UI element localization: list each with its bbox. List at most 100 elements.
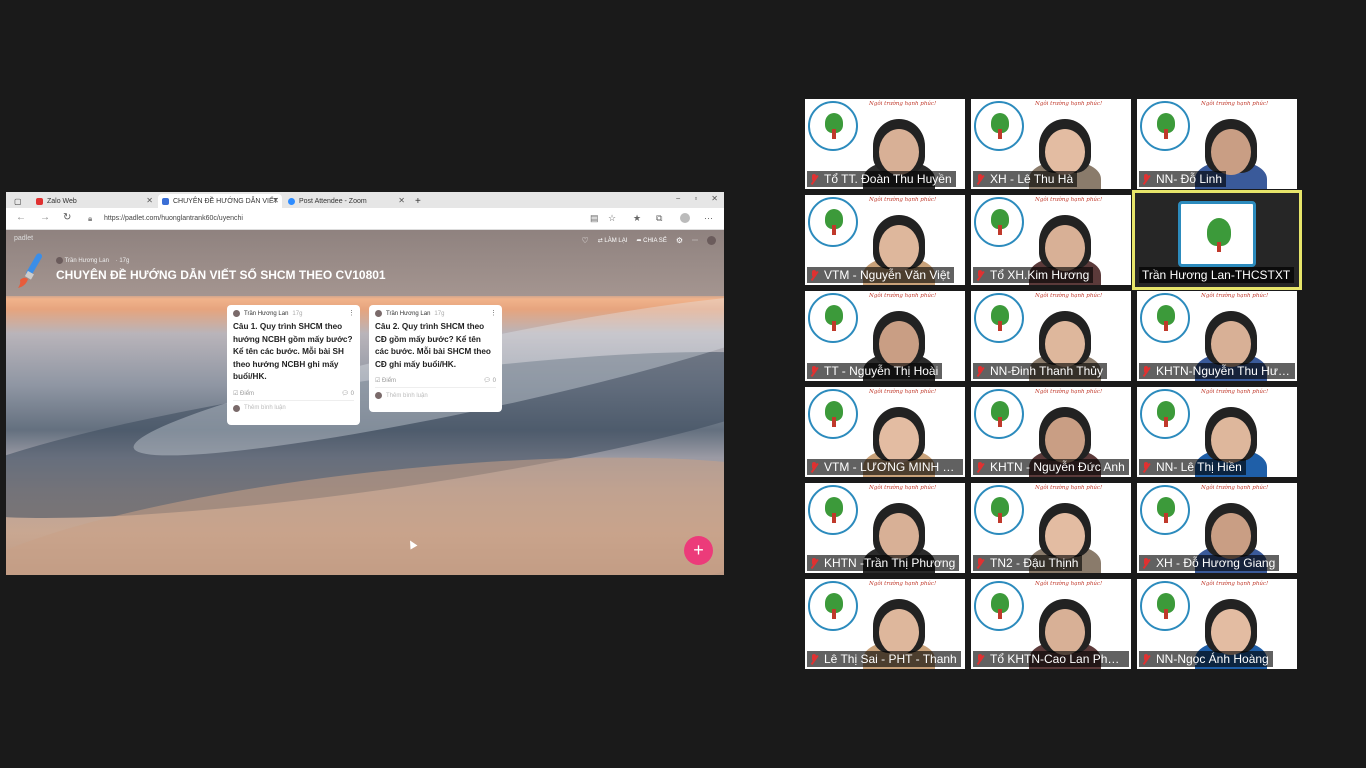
back-icon[interactable]: ← (16, 212, 26, 223)
participant-name: Tổ XH.Kim Hương (990, 268, 1090, 282)
user-avatar[interactable] (707, 236, 716, 245)
grade-label: Điểm (382, 378, 397, 384)
post-text: Câu 1. Quy trình SHCM theo hướng NCBH gồ… (233, 322, 353, 381)
participant-tile[interactable]: Ngôi trường hạnh phúc! Lê Thị Sai - PHT -… (805, 579, 965, 669)
participant-name: Lê Thị Sai - PHT - Thanh (824, 652, 957, 666)
slogan-text: Ngôi trường hạnh phúc! (1201, 485, 1269, 491)
padlet-board: padlet Trần Hương Lan · 17g CHUYÊN ĐỀ HƯ… (6, 230, 724, 575)
muted-mic-icon (1142, 461, 1150, 473)
participant-tile[interactable]: Ngôi trường hạnh phúc! VTM - LƯƠNG MINH T… (805, 387, 965, 477)
slogan-text: Ngôi trường hạnh phúc! (1035, 389, 1103, 395)
post-menu-icon[interactable]: ⋮ (348, 309, 355, 317)
post-age: 17g (292, 310, 303, 317)
post-card[interactable]: Trần Hương Lan 17g ⋮ Câu 1. Quy trình SH… (227, 305, 360, 425)
url-field[interactable]: https://padlet.com/huonglantrank60c/uyen… (104, 212, 594, 225)
collections-icon[interactable]: ⧉ (656, 213, 662, 224)
commenter-avatar (375, 392, 382, 399)
lock-icon: 🔒︎ (88, 214, 93, 223)
school-logo-icon (1140, 293, 1190, 343)
muted-mic-icon (1142, 557, 1150, 569)
trunk-icon (1217, 242, 1221, 252)
participant-tile[interactable]: Ngôi trường hạnh phúc! XH - Đỗ Hương Gian… (1137, 483, 1297, 573)
settings-icon[interactable]: ⚙ (676, 236, 683, 245)
participant-tile[interactable]: Ngôi trường hạnh phúc! NN-Đinh Thanh Thủy (971, 291, 1131, 381)
tab-zoom[interactable]: Post Attendee - Zoom ✕ (284, 194, 408, 208)
school-logo-icon (808, 293, 858, 343)
comment-input[interactable]: Thêm bình luận (375, 392, 496, 399)
grade-button[interactable]: ☑ Điểm (375, 377, 396, 384)
share-button[interactable]: ➦ CHIA SẺ (636, 237, 666, 244)
participant-tile[interactable]: Ngôi trường hạnh phúc! NN- Lê Thị Hiền (1137, 387, 1297, 477)
participant-face (879, 225, 919, 271)
participant-face (879, 129, 919, 175)
participant-face (879, 321, 919, 367)
add-favorite-icon[interactable]: ☆ (608, 213, 616, 224)
padlet-logo[interactable]: padlet (14, 235, 33, 242)
maximize-icon[interactable]: ▫ (694, 194, 697, 203)
grade-button[interactable]: ☑ Điểm (233, 390, 254, 397)
participant-tile[interactable]: Ngôi trường hạnh phúc! Tổ XH.Kim Hương (971, 195, 1131, 285)
add-post-button[interactable]: + (684, 536, 713, 565)
trunk-icon (998, 225, 1002, 235)
slogan-text: Ngôi trường hạnh phúc! (869, 485, 937, 491)
tab-label: Zalo Web (47, 197, 77, 205)
participant-tile[interactable]: Trần Hương Lan-THCSTXT (1132, 190, 1302, 290)
new-tab-button[interactable]: + (411, 194, 425, 208)
remake-button[interactable]: ⇄ LÀM LẠI (598, 237, 628, 244)
participant-tile[interactable]: Ngôi trường hạnh phúc! TT - Nguyễn Thị Ho… (805, 291, 965, 381)
comment-count[interactable]: 💬︎ 0 (483, 377, 496, 384)
tab-label: Post Attendee - Zoom (299, 197, 367, 205)
post-menu-icon[interactable]: ⋮ (490, 309, 497, 317)
participant-name-label: NN- Lê Thị Hiền (1139, 459, 1246, 475)
participant-tile[interactable]: Ngôi trường hạnh phúc! Tổ TT. Đoàn Thu Hu… (805, 99, 965, 189)
muted-mic-icon (810, 653, 818, 665)
trunk-icon (1164, 129, 1168, 139)
window-close-icon[interactable]: ✕ (711, 194, 718, 203)
muted-mic-icon (976, 653, 984, 665)
reader-icon[interactable]: ▤ (590, 213, 599, 224)
trunk-icon (832, 129, 836, 139)
participant-name: KHTN - Nguyễn Đức Anh (990, 460, 1125, 474)
participant-tile[interactable]: Ngôi trường hạnh phúc! KHTN - Nguyễn Đức … (971, 387, 1131, 477)
comment-input[interactable]: Thêm bình luận (233, 404, 354, 412)
menu-icon[interactable]: ⋯ (704, 213, 713, 224)
close-icon[interactable]: ✕ (398, 196, 405, 205)
participant-tile[interactable]: Ngôi trường hạnh phúc! NN- Đỗ Linh (1137, 99, 1297, 189)
participant-tile[interactable]: Ngôi trường hạnh phúc! KHTN -Trần Thị Phư… (805, 483, 965, 573)
participant-name: TN2 - Đậu Thịnh (990, 556, 1079, 570)
slogan-text: Ngôi trường hạnh phúc! (869, 197, 937, 203)
more-icon[interactable]: ⋯ (692, 237, 698, 244)
participant-tile[interactable]: Ngôi trường hạnh phúc! NN-Ngọc Ánh Hoàng (1137, 579, 1297, 669)
post-card[interactable]: Trần Hương Lan 17g ⋮ Câu 2. Quy trình SH… (369, 305, 502, 412)
participant-tile[interactable]: Ngôi trường hạnh phúc! VTM - Nguyễn Văn V… (805, 195, 965, 285)
trunk-icon (998, 609, 1002, 619)
slogan-text: Ngôi trường hạnh phúc! (1201, 293, 1269, 299)
participant-face (1045, 609, 1085, 655)
comment-count[interactable]: 💬︎ 0 (341, 390, 354, 397)
close-icon[interactable]: ✕ (146, 196, 153, 205)
school-logo-icon (1140, 389, 1190, 439)
participant-name-label: Trần Hương Lan-THCSTXT (1139, 267, 1295, 283)
school-logo-icon (974, 293, 1024, 343)
participant-tile[interactable]: Ngôi trường hạnh phúc! TN2 - Đậu Thịnh (971, 483, 1131, 573)
minimize-icon[interactable]: − (676, 194, 681, 203)
tab-actions-button[interactable]: ▢ (10, 194, 28, 208)
participant-name-label: Tổ XH.Kim Hương (973, 267, 1094, 283)
tab-zalo[interactable]: Zalo Web ✕ (32, 194, 156, 208)
participant-tile[interactable]: Ngôi trường hạnh phúc! XH - Lê Thu Hà (971, 99, 1131, 189)
board-title: CHUYÊN ĐỀ HƯỚNG DẪN VIẾT SỐ SHCM THEO CV… (56, 268, 386, 282)
forward-icon[interactable]: → (40, 212, 50, 223)
heart-icon[interactable]: ♡ (582, 236, 589, 245)
author-name: Trần Hương Lan (64, 258, 109, 265)
post-meta: Trần Hương Lan 17g (233, 310, 354, 317)
profile-avatar[interactable] (680, 213, 690, 223)
participant-tile[interactable]: Ngôi trường hạnh phúc! KHTN-Nguyễn Thu Hư… (1137, 291, 1297, 381)
close-icon[interactable]: ✕ (272, 196, 279, 205)
participant-face (1211, 321, 1251, 367)
school-logo-icon (974, 581, 1024, 631)
favorites-icon[interactable]: ★ (633, 213, 641, 224)
participant-tile[interactable]: Ngôi trường hạnh phúc! Tổ KHTN-Cao Lan Ph… (971, 579, 1131, 669)
tab-padlet[interactable]: CHUYÊN ĐỀ HƯỚNG DẪN VIẾT ✕ (158, 194, 282, 208)
reload-icon[interactable]: ↻ (63, 212, 71, 223)
slogan-text: Ngôi trường hạnh phúc! (869, 389, 937, 395)
